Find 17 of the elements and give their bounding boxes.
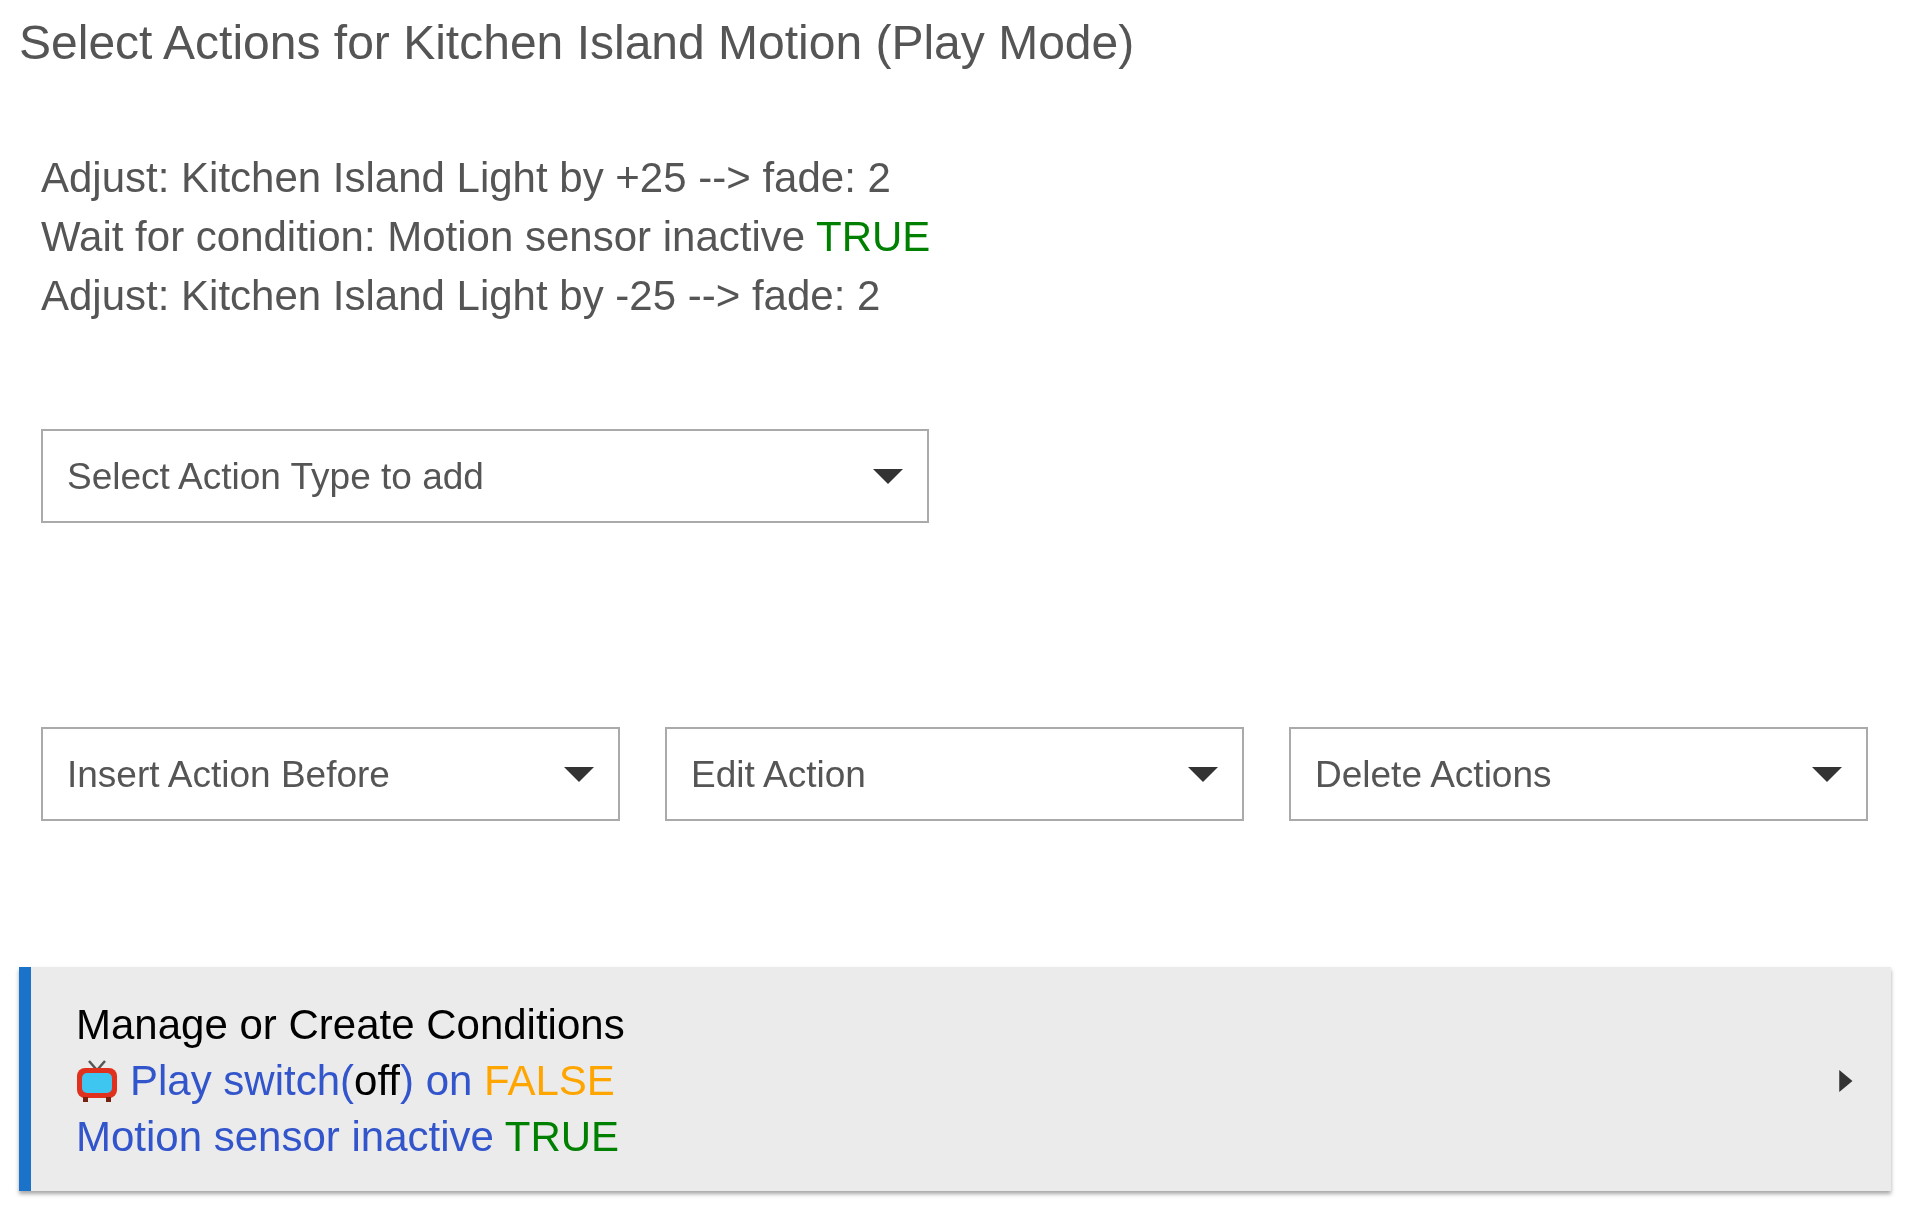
caret-icon	[1812, 766, 1842, 782]
caret-icon	[1839, 1070, 1853, 1093]
conditions-panel[interactable]: Manage or Create Conditions Play switch(off) on FALSE Motion sensor inactive TRUE	[19, 967, 1891, 1192]
dropdown-field[interactable]: Insert Action Before	[41, 727, 620, 822]
panel-title: Manage or Create Conditions	[76, 1000, 625, 1051]
page-title: Select Actions for Kitchen Island Motion (Play Mode)	[19, 15, 1136, 71]
caret-icon	[873, 468, 903, 484]
caret-icon	[564, 766, 594, 782]
caret-icon	[1188, 766, 1218, 782]
condition-line: Motion sensor inactive TRUE	[76, 1112, 620, 1163]
dropdown-field[interactable]: Edit Action	[665, 727, 1244, 822]
condition-line: Play switch(off) on FALSE	[130, 1056, 615, 1107]
action-line: Adjust: Kitchen Island Light by -25 --> fade: 2	[41, 271, 882, 322]
action-line: Adjust: Kitchen Island Light by +25 --> fade: 2	[41, 153, 892, 204]
dropdown-field[interactable]: Delete Actions	[1289, 727, 1868, 822]
action-line: Wait for condition: Motion sensor inactive TRUE	[41, 212, 932, 263]
dropdown-field[interactable]: Select Action Type to add	[41, 429, 929, 524]
